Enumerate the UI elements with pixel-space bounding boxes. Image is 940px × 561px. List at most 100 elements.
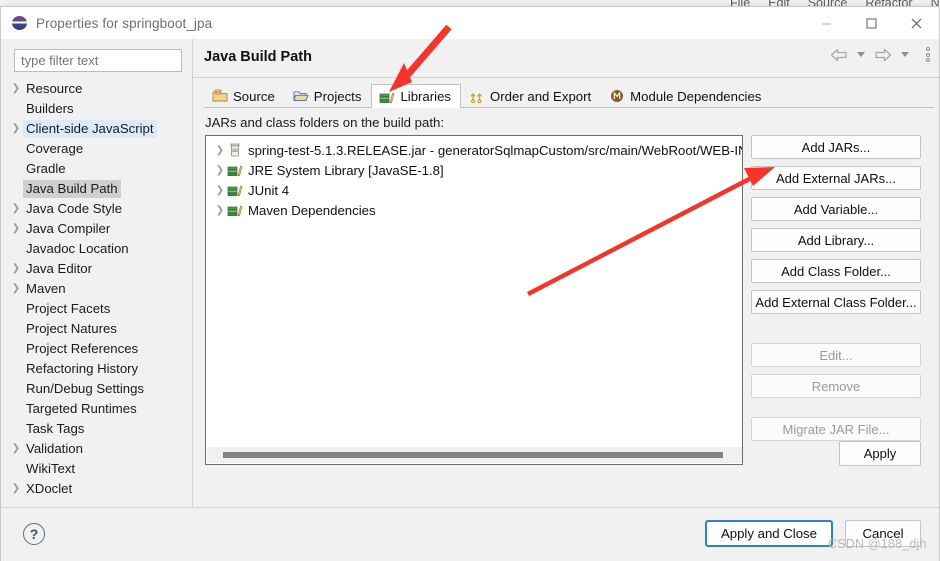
sidebar-item-label: Task Tags [26, 421, 85, 436]
horizontal-scrollbar[interactable] [207, 447, 742, 463]
library-icon [227, 182, 243, 198]
dialog-titlebar: Properties for springboot_jpa [1, 7, 939, 39]
sidebar-item-label: Run/Debug Settings [26, 381, 145, 396]
list-item[interactable]: ❯ Maven Dependencies [206, 200, 742, 220]
dialog-body: ❯ Resource Builders ❯ Client-side JavaSc… [1, 39, 939, 507]
build-path-actions: Add JARs... Add External JARs... Add Var… [751, 135, 921, 441]
chevron-right-icon[interactable]: ❯ [213, 145, 227, 156]
close-icon[interactable] [894, 7, 939, 39]
sidebar-item-label: WikiText [26, 461, 76, 476]
chevron-right-icon: ❯ [11, 263, 21, 274]
chevron-right-icon[interactable]: ❯ [213, 205, 227, 216]
tab-order-and-export[interactable]: Order and Export [461, 84, 602, 107]
jar-icon: 010 [227, 142, 243, 158]
back-arrow-icon[interactable] [830, 48, 848, 62]
sidebar-item-label: Project Natures [26, 321, 117, 336]
sidebar-item-run-debug-settings[interactable]: Run/Debug Settings [1, 379, 192, 399]
add-library-button[interactable]: Add Library... [751, 228, 921, 252]
sidebar-item-task-tags[interactable]: Task Tags [1, 419, 192, 439]
chevron-right-icon: ❯ [11, 443, 21, 454]
sidebar-item-label: Client-side JavaScript [23, 120, 157, 138]
tab-label: Libraries [400, 89, 452, 104]
sidebar-item-java-code-style[interactable]: ❯ Java Code Style [1, 199, 192, 219]
chevron-right-icon[interactable]: ❯ [213, 165, 227, 176]
sidebar-item-java-compiler[interactable]: ❯ Java Compiler [1, 219, 192, 239]
build-path-listbox[interactable]: ❯ 010 spring-test-5.1.3.RELEASE.jar - ge… [205, 135, 743, 465]
sidebar-item-javadoc-location[interactable]: Javadoc Location [1, 239, 192, 259]
sidebar-item-label: Java Editor [26, 261, 92, 276]
maximize-icon[interactable] [849, 7, 894, 39]
sidebar-item-java-build-path[interactable]: Java Build Path [1, 179, 192, 199]
scrollbar-thumb[interactable] [223, 452, 723, 458]
minimize-icon[interactable] [804, 7, 849, 39]
add-external-jars-button[interactable]: Add External JARs... [751, 166, 921, 190]
tab-libraries[interactable]: Libraries [371, 84, 462, 108]
settings-sidebar: ❯ Resource Builders ❯ Client-side JavaSc… [1, 39, 193, 507]
sidebar-item-targeted-runtimes[interactable]: Targeted Runtimes [1, 399, 192, 419]
sidebar-item-java-editor[interactable]: ❯ Java Editor [1, 259, 192, 279]
chevron-right-icon[interactable]: ❯ [213, 185, 227, 196]
eclipse-logo-icon [12, 15, 28, 31]
add-jars-button[interactable]: Add JARs... [751, 135, 921, 159]
add-class-folder-button[interactable]: Add Class Folder... [751, 259, 921, 283]
java-build-path-page: Java Build Path Source Projects Librarie… [193, 39, 939, 507]
library-icon [227, 162, 243, 178]
sidebar-item-wikitext[interactable]: WikiText [1, 459, 192, 479]
sidebar-item-resource[interactable]: ❯ Resource [1, 79, 192, 99]
forward-arrow-icon[interactable] [874, 48, 892, 62]
tab-source[interactable]: Source [204, 84, 285, 107]
window-controls [804, 7, 939, 39]
sidebar-item-label: Builders [26, 101, 74, 116]
list-item[interactable]: ❯ JUnit 4 [206, 180, 742, 200]
sidebar-item-label: Validation [26, 441, 83, 456]
list-item-label: JRE System Library [JavaSE-1.8] [248, 162, 444, 178]
tab-label: Module Dependencies [630, 88, 762, 104]
sidebar-item-label: Java Compiler [26, 221, 111, 236]
chevron-right-icon: ❯ [11, 83, 21, 94]
tab-module-dependencies[interactable]: Module Dependencies [601, 84, 772, 107]
forward-history-chevron-down-icon[interactable] [901, 52, 909, 57]
sidebar-item-builders[interactable]: Builders [1, 99, 192, 119]
add-variable-button[interactable]: Add Variable... [751, 197, 921, 221]
dialog-title: Properties for springboot_jpa [36, 15, 213, 31]
add-external-class-folder-button[interactable]: Add External Class Folder... [751, 290, 921, 314]
sidebar-item-gradle[interactable]: Gradle [1, 159, 192, 179]
sidebar-item-xdoclet[interactable]: ❯ XDoclet [1, 479, 192, 499]
sidebar-item-project-facets[interactable]: Project Facets [1, 299, 192, 319]
tab-projects[interactable]: Projects [284, 84, 372, 107]
tab-label: Source [233, 88, 275, 104]
books-icon [379, 89, 395, 105]
chevron-right-icon: ❯ [11, 483, 21, 494]
page-header: Java Build Path [193, 39, 939, 78]
watermark: CSDN @188_djh [828, 537, 927, 551]
migrate-jar-file-button: Migrate JAR File... [751, 417, 921, 441]
sidebar-item-refactoring-history[interactable]: Refactoring History [1, 359, 192, 379]
sidebar-item-label: Maven [26, 281, 66, 296]
order-arrows-icon [469, 88, 485, 104]
chevron-right-icon: ❯ [11, 223, 21, 234]
sidebar-item-coverage[interactable]: Coverage [1, 139, 192, 159]
list-item[interactable]: ❯ JRE System Library [JavaSE-1.8] [206, 160, 742, 180]
sidebar-item-validation[interactable]: ❯ Validation [1, 439, 192, 459]
chevron-right-icon: ❯ [11, 283, 21, 294]
sidebar-item-label: Coverage [26, 141, 84, 156]
sidebar-item-client-side-javascript[interactable]: ❯ Client-side JavaScript [1, 119, 192, 139]
sidebar-item-project-natures[interactable]: Project Natures [1, 319, 192, 339]
apply-button[interactable]: Apply [839, 441, 921, 466]
edit-button: Edit... [751, 343, 921, 367]
sidebar-item-label: Java Code Style [26, 201, 123, 216]
vertical-dots-icon[interactable] [926, 47, 930, 62]
help-question-icon[interactable]: ? [23, 523, 45, 545]
sidebar-item-label: Java Build Path [23, 180, 121, 198]
sidebar-item-project-references[interactable]: Project References [1, 339, 192, 359]
filter-input[interactable] [14, 49, 182, 72]
sidebar-item-label: XDoclet [26, 481, 73, 496]
back-history-chevron-down-icon[interactable] [857, 52, 865, 57]
apply-and-close-button[interactable]: Apply and Close [704, 520, 833, 547]
page-title: Java Build Path [204, 49, 312, 65]
sidebar-item-maven[interactable]: ❯ Maven [1, 279, 192, 299]
page-header-tools [830, 47, 930, 62]
chevron-right-icon: ❯ [11, 203, 21, 214]
list-item[interactable]: ❯ 010 spring-test-5.1.3.RELEASE.jar - ge… [206, 140, 742, 160]
build-path-tabbar: Source Projects Libraries Order and Expo… [204, 83, 934, 108]
